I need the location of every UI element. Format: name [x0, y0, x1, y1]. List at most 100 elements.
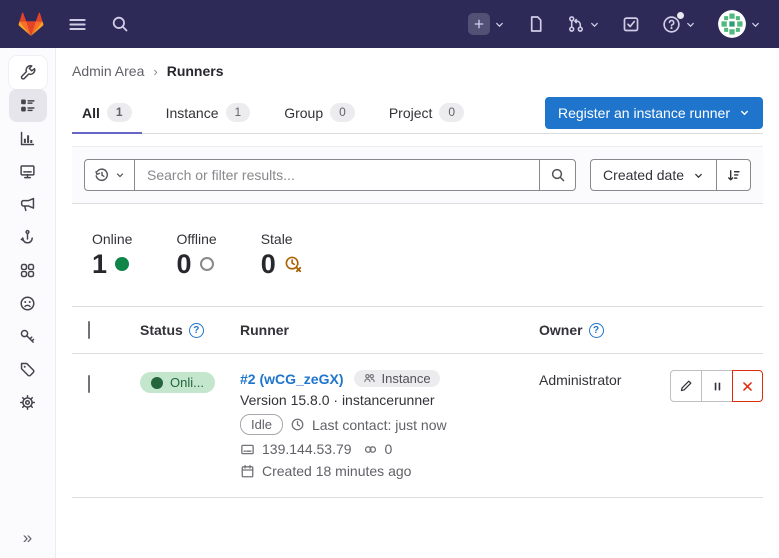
- idle-badge: Idle: [240, 414, 283, 435]
- status-column-header: Status: [140, 322, 183, 338]
- search-icon[interactable]: [111, 15, 129, 33]
- sidebar-item-overview[interactable]: [9, 89, 47, 122]
- stat-online-label: Online: [92, 231, 132, 247]
- tab-instance[interactable]: Instance 1: [156, 92, 261, 133]
- people-icon: [363, 372, 376, 385]
- user-menu-button[interactable]: [718, 10, 761, 38]
- monitor-icon: [19, 163, 36, 180]
- sidebar-item-abuse-reports[interactable]: [9, 287, 47, 320]
- hamburger-menu-icon[interactable]: [68, 15, 87, 34]
- breadcrumb-separator-icon: ›: [153, 64, 157, 79]
- runner-version-info: Version 15.8.0 · instancerunner: [240, 392, 435, 408]
- pause-icon: [711, 380, 724, 393]
- stat-stale-label: Stale: [261, 231, 302, 247]
- instance-badge-label: Instance: [381, 371, 430, 386]
- tab-instance-count: 1: [226, 103, 251, 122]
- filtered-search: [84, 159, 576, 191]
- chevron-down-icon: [589, 19, 600, 30]
- gitlab-logo[interactable]: [18, 12, 44, 37]
- owner-help-icon[interactable]: ?: [589, 323, 604, 338]
- history-icon: [94, 167, 110, 183]
- breadcrumb: Admin Area › Runners: [72, 48, 763, 92]
- owner-link[interactable]: Administrator: [539, 372, 621, 388]
- sidebar-item-settings[interactable]: [9, 386, 47, 419]
- sidebar-collapse-icon[interactable]: »: [23, 529, 32, 546]
- search-input[interactable]: [135, 160, 539, 190]
- stat-online-value: 1: [92, 250, 107, 278]
- tab-all-count: 1: [107, 103, 132, 122]
- wrench-icon: [19, 64, 36, 81]
- sidebar-item-messages[interactable]: [9, 188, 47, 221]
- chevron-down-icon: [739, 107, 750, 118]
- sidebar-item-monitoring[interactable]: [9, 155, 47, 188]
- runner-actions: [670, 370, 763, 402]
- todo-list-icon[interactable]: [622, 15, 640, 33]
- instance-type-badge: Instance: [354, 370, 439, 387]
- tab-group[interactable]: Group 0: [274, 92, 365, 133]
- breadcrumb-admin-area[interactable]: Admin Area: [72, 63, 144, 79]
- stat-online: Online 1: [92, 231, 132, 278]
- sidebar-item-analytics[interactable]: [9, 122, 47, 155]
- labels-icon: [19, 361, 36, 378]
- sort-control: Created date: [590, 159, 751, 191]
- tab-project[interactable]: Project 0: [379, 92, 474, 133]
- tab-instance-label: Instance: [166, 105, 219, 121]
- register-instance-runner-button[interactable]: Register an instance runner: [545, 97, 763, 129]
- tab-project-count: 0: [439, 103, 464, 122]
- sidebar-item-credentials[interactable]: [9, 320, 47, 353]
- runner-link[interactable]: #2 (wCG_zeGX): [240, 371, 343, 387]
- table-header: Status ? Runner Owner ?: [72, 306, 763, 354]
- sort-by-dropdown[interactable]: Created date: [591, 160, 716, 190]
- sidebar-item-labels[interactable]: [9, 353, 47, 386]
- select-all-checkbox[interactable]: [88, 321, 90, 339]
- admin-sidebar: »: [0, 48, 56, 558]
- sidebar-item-system-hooks[interactable]: [9, 221, 47, 254]
- main-content: Admin Area › Runners All 1 Instance 1 Gr…: [56, 48, 779, 558]
- breadcrumb-runners: Runners: [167, 63, 224, 79]
- runners-table: Status ? Runner Owner ?: [72, 306, 763, 498]
- help-menu-button[interactable]: [662, 15, 696, 34]
- sidebar-item-admin-wrench[interactable]: [9, 56, 47, 89]
- tab-project-label: Project: [389, 105, 433, 121]
- owner-column-header: Owner: [539, 322, 583, 338]
- table-row: Onli... #2 (wCG_zeGX) I: [72, 354, 763, 498]
- runner-column-header: Runner: [240, 322, 289, 338]
- delete-runner-button[interactable]: [732, 370, 763, 402]
- status-help-icon[interactable]: ?: [189, 323, 204, 338]
- analytics-icon: [19, 130, 36, 147]
- sort-by-label: Created date: [603, 167, 684, 183]
- applications-grid-icon: [19, 262, 36, 279]
- sort-direction-button[interactable]: [716, 160, 750, 190]
- sort-descending-icon: [726, 168, 741, 183]
- user-avatar: [718, 10, 746, 38]
- tab-all[interactable]: All 1: [72, 92, 142, 133]
- ip-address-icon: [240, 442, 255, 457]
- row-checkbox[interactable]: [88, 375, 90, 393]
- tab-group-count: 0: [330, 103, 355, 122]
- chevron-down-icon: [685, 19, 696, 30]
- plus-menu-button[interactable]: [468, 13, 505, 35]
- top-navbar: [0, 0, 779, 48]
- search-icon: [550, 167, 566, 183]
- pencil-icon: [679, 379, 693, 393]
- filter-bar: Created date: [72, 146, 763, 204]
- status-badge: Onli...: [140, 372, 215, 393]
- edit-runner-button[interactable]: [670, 370, 701, 402]
- stat-offline-label: Offline: [176, 231, 216, 247]
- stat-offline-value: 0: [176, 250, 191, 278]
- issues-icon[interactable]: [527, 15, 545, 33]
- sidebar-item-applications[interactable]: [9, 254, 47, 287]
- gear-icon: [19, 394, 36, 411]
- search-history-dropdown[interactable]: [85, 160, 135, 190]
- merge-requests-button[interactable]: [567, 15, 600, 33]
- pause-runner-button[interactable]: [701, 370, 732, 402]
- runner-created-text: Created 18 minutes ago: [262, 463, 411, 479]
- runner-type-tabs: All 1 Instance 1 Group 0 Project 0 Regis…: [72, 92, 763, 134]
- offline-status-icon: [200, 257, 214, 271]
- runner-ip: 139.144.53.79: [262, 441, 352, 457]
- key-icon: [19, 328, 36, 345]
- sad-face-icon: [19, 295, 36, 312]
- search-submit-button[interactable]: [539, 160, 575, 190]
- online-dot-icon: [151, 377, 163, 389]
- status-badge-label: Onli...: [170, 375, 204, 390]
